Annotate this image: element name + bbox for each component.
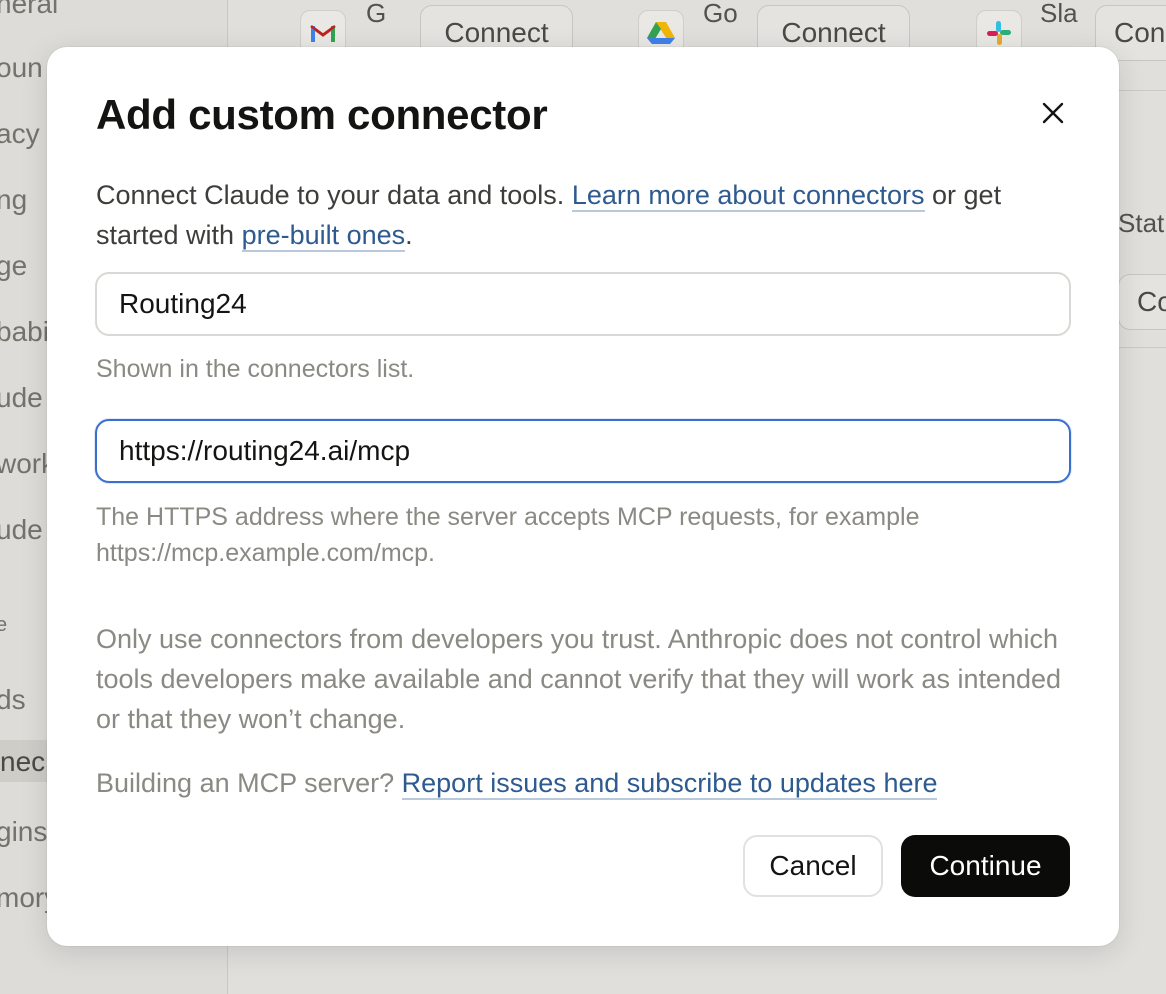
dialog-title: Add custom connector	[96, 91, 548, 138]
connector-name-input[interactable]	[95, 272, 1071, 336]
building-text: Building an MCP server?	[96, 768, 402, 798]
close-button[interactable]	[1031, 91, 1075, 135]
server-url-input[interactable]	[95, 419, 1071, 483]
close-icon	[1042, 102, 1064, 124]
dialog-description: Connect Claude to your data and tools. L…	[96, 175, 1056, 255]
intro-text: .	[405, 220, 413, 250]
mcp-server-note: Building an MCP server? Report issues an…	[96, 763, 938, 803]
cancel-button[interactable]: Cancel	[743, 835, 883, 897]
add-custom-connector-dialog: Add custom connector Connect Claude to y…	[47, 47, 1119, 946]
report-issues-link[interactable]: Report issues and subscribe to updates h…	[401, 768, 938, 800]
continue-button[interactable]: Continue	[901, 835, 1070, 897]
learn-more-link[interactable]: Learn more about connectors	[571, 180, 925, 212]
url-helper-text: The HTTPS address where the server accep…	[96, 503, 920, 567]
name-helper-text: Shown in the connectors list.	[96, 355, 415, 383]
intro-text: Connect Claude to your data and tools.	[96, 180, 572, 210]
pre-built-link[interactable]: pre-built ones	[241, 220, 406, 252]
trust-warning: Only use connectors from developers you …	[96, 624, 1062, 734]
